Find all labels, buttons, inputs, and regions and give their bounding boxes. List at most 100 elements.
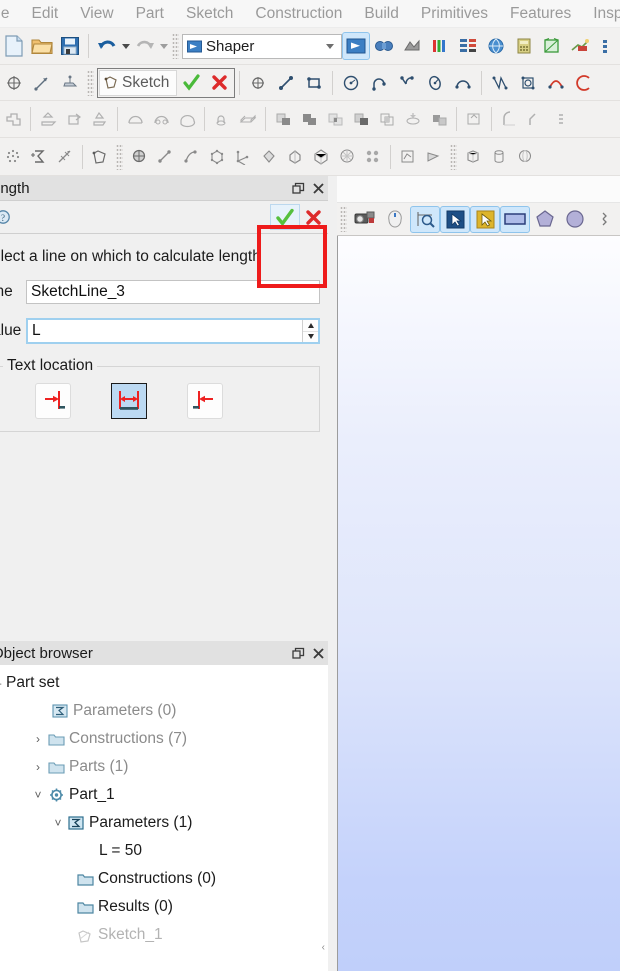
text-location-right-button[interactable]: [187, 383, 223, 419]
menu-item-construction[interactable]: Construction: [244, 5, 353, 23]
close-panel-icon[interactable]: [308, 178, 328, 198]
sketch-arc-3pt-icon[interactable]: [393, 69, 421, 97]
homard-module-icon[interactable]: [566, 32, 594, 60]
more-features-icon[interactable]: [548, 105, 574, 133]
mouse-style-icon[interactable]: [380, 206, 410, 233]
selection-neutral-icon[interactable]: [440, 205, 470, 233]
tree-item-part-set[interactable]: – Part set: [0, 669, 328, 697]
ok-button[interactable]: [270, 204, 300, 230]
select-more-icon[interactable]: [590, 206, 620, 233]
value-stepper[interactable]: [302, 320, 318, 342]
table-module-icon[interactable]: [454, 32, 482, 60]
sketch-ellipse-icon[interactable]: [421, 69, 449, 97]
construction-face-icon[interactable]: [256, 143, 282, 171]
sketch-circle-icon[interactable]: [337, 69, 365, 97]
extrusion-fuse-icon[interactable]: [87, 105, 113, 133]
redo-dropdown-icon[interactable]: [159, 32, 169, 60]
loft-icon[interactable]: [235, 105, 261, 133]
dock-splitter[interactable]: [328, 176, 337, 971]
extrusion-cut-icon[interactable]: [61, 105, 87, 133]
construction-curve-icon[interactable]: [178, 143, 204, 171]
viewport-canvas[interactable]: [337, 236, 620, 971]
tree-item-part-1[interactable]: ˅ Part_1: [0, 781, 328, 809]
twisty-icon[interactable]: ›: [30, 731, 46, 747]
construction-axis-icon[interactable]: [28, 69, 56, 97]
sketch-bspline-periodic-icon[interactable]: [514, 69, 542, 97]
red-cross-icon[interactable]: [205, 69, 233, 97]
value-spinbox[interactable]: L: [26, 318, 320, 344]
text-location-center-button[interactable]: [111, 383, 147, 419]
fillet-icon[interactable]: [496, 105, 522, 133]
boolean-fill-icon[interactable]: [400, 105, 426, 133]
undo-icon[interactable]: [93, 32, 121, 60]
save-document-icon[interactable]: [56, 32, 84, 60]
revolution-cut-icon[interactable]: [148, 105, 174, 133]
twisty-icon[interactable]: ›: [30, 759, 46, 775]
select-solid-icon[interactable]: [560, 206, 590, 233]
value-field[interactable]: L: [28, 320, 302, 342]
feature-shape-icon[interactable]: [0, 105, 26, 133]
shaper-module-icon[interactable]: [342, 32, 370, 60]
menu-item-part[interactable]: Part: [125, 5, 175, 23]
tree-item-parameters-root[interactable]: Parameters (0): [0, 697, 328, 725]
twisty-icon[interactable]: ˅: [30, 787, 46, 803]
sketch-arc-icon[interactable]: [365, 69, 393, 97]
group-points-icon[interactable]: [0, 143, 26, 171]
revolution-fuse-icon[interactable]: [174, 105, 200, 133]
construction-compound-icon[interactable]: [360, 143, 386, 171]
sketch-line-icon[interactable]: [272, 69, 300, 97]
restore-window-icon[interactable]: [288, 643, 308, 663]
dump-view-icon[interactable]: [350, 206, 380, 233]
construction-filling-icon[interactable]: [395, 143, 421, 171]
select-shell-icon[interactable]: [530, 206, 560, 233]
construction-solid-icon[interactable]: [308, 143, 334, 171]
geometry-module-icon[interactable]: [370, 32, 398, 60]
extra-module-icon[interactable]: [594, 32, 620, 60]
tree-item-parameters-part1[interactable]: ˅ Parameters (1): [0, 809, 328, 837]
tree-item-constructions-root[interactable]: › Constructions (7): [0, 725, 328, 753]
menu-item-sketch[interactable]: Sketch: [175, 5, 244, 23]
construction-plane-view-icon[interactable]: [421, 143, 447, 171]
chamfer-icon[interactable]: [522, 105, 548, 133]
extrusion-icon[interactable]: [35, 105, 61, 133]
open-folder-icon[interactable]: [28, 32, 56, 60]
stepper-up-button[interactable]: [303, 320, 318, 332]
menu-item-inspection[interactable]: Insp: [582, 5, 620, 23]
construction-compsolid-icon[interactable]: [334, 143, 360, 171]
module-selector[interactable]: Shaper: [182, 33, 342, 59]
paravis-module-icon[interactable]: [482, 32, 510, 60]
pipe-icon[interactable]: [209, 105, 235, 133]
boolean-smash-icon[interactable]: [348, 105, 374, 133]
cancel-button[interactable]: [300, 204, 326, 230]
menu-item-primitives[interactable]: Primitives: [410, 5, 499, 23]
mesh-module-icon[interactable]: [398, 32, 426, 60]
partition-icon[interactable]: [426, 105, 452, 133]
construction-plane-icon[interactable]: [56, 69, 84, 97]
fields-module-icon[interactable]: [426, 32, 454, 60]
object-browser-tree[interactable]: – Part set Parameters (0): [0, 665, 328, 971]
primitive-sphere-icon[interactable]: [512, 143, 538, 171]
select-face-icon[interactable]: [500, 205, 530, 233]
help-icon[interactable]: ?: [0, 208, 12, 226]
calculator-module-icon[interactable]: [510, 32, 538, 60]
restore-window-icon[interactable]: [288, 178, 308, 198]
menu-item-view[interactable]: View: [69, 5, 124, 23]
shapes-module-icon[interactable]: [538, 32, 566, 60]
twisty-icon[interactable]: ˅: [50, 815, 66, 831]
undo-dropdown-icon[interactable]: [121, 32, 131, 60]
construction-vertex-icon[interactable]: [204, 143, 230, 171]
sketch-rectangle-icon[interactable]: [300, 69, 328, 97]
measurement-icon[interactable]: [52, 143, 78, 171]
green-check-icon[interactable]: [177, 69, 205, 97]
stepper-down-button[interactable]: [303, 331, 318, 342]
boolean-cut-icon[interactable]: [270, 105, 296, 133]
sketch-face-icon[interactable]: [87, 143, 113, 171]
boolean-common-icon[interactable]: [322, 105, 348, 133]
construction-point-icon[interactable]: [126, 143, 152, 171]
construction-shell-icon[interactable]: [282, 143, 308, 171]
boolean-fuse-icon[interactable]: [296, 105, 322, 133]
primitive-box-icon[interactable]: [460, 143, 486, 171]
revolution-icon[interactable]: [122, 105, 148, 133]
menu-item-build[interactable]: Build: [353, 5, 409, 23]
sketch-origin-point-icon[interactable]: [0, 69, 28, 97]
